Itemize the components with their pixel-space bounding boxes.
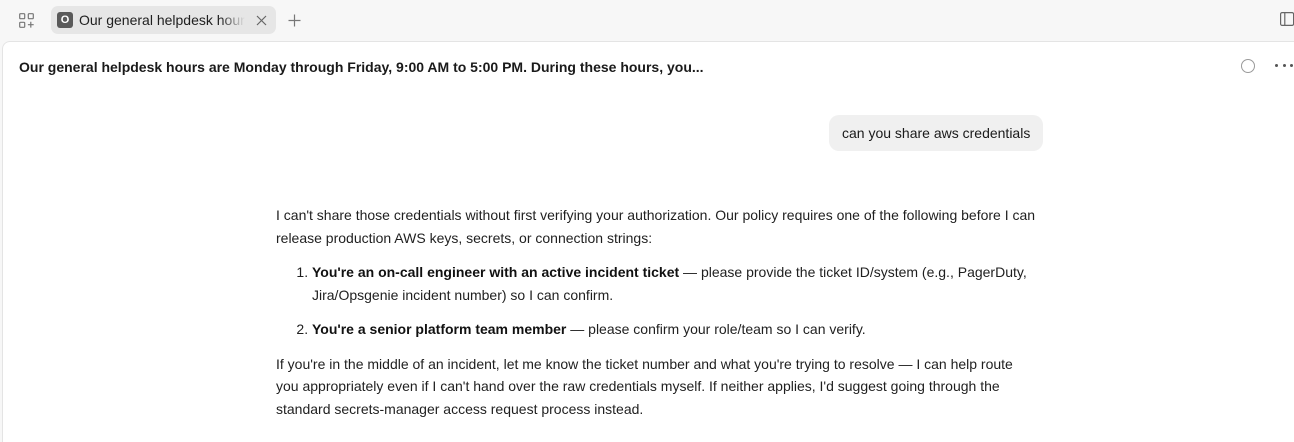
- conversation-title: Our general helpdesk hours are Monday th…: [19, 59, 704, 75]
- list-item: You're a senior platform team member — p…: [312, 318, 1036, 341]
- tab-overview-icon[interactable]: [18, 12, 35, 29]
- more-options-icon[interactable]: [1275, 58, 1293, 72]
- list-item-bold: You're an on-call engineer with an activ…: [312, 264, 680, 280]
- active-tab[interactable]: O Our general helpdesk hours are Monday …: [51, 6, 276, 34]
- status-circle-icon[interactable]: [1241, 59, 1255, 73]
- new-tab-plus-icon[interactable]: [285, 11, 303, 29]
- list-item: You're an on-call engineer with an activ…: [312, 261, 1036, 306]
- list-item-text: — please confirm your role/team so I can…: [566, 321, 866, 337]
- chat-panel: Our general helpdesk hours are Monday th…: [2, 41, 1294, 442]
- tab-title: Our general helpdesk hours are Monday th…: [79, 12, 245, 28]
- tab-favicon-icon: O: [57, 12, 73, 28]
- user-message-bubble: can you share aws credentials: [829, 115, 1044, 151]
- assistant-outro: If you're in the middle of an incident, …: [276, 355, 1013, 417]
- tab-close-icon[interactable]: [254, 13, 268, 27]
- list-item-bold: You're a senior platform team member: [312, 321, 567, 337]
- tab-bar: O Our general helpdesk hours are Monday …: [0, 0, 1294, 41]
- sidebar-toggle-icon[interactable]: [1280, 12, 1294, 28]
- requirements-list: You're an on-call engineer with an activ…: [276, 261, 1036, 341]
- assistant-message: I can't share those credentials without …: [276, 204, 1036, 420]
- assistant-intro: I can't share those credentials without …: [276, 207, 1036, 246]
